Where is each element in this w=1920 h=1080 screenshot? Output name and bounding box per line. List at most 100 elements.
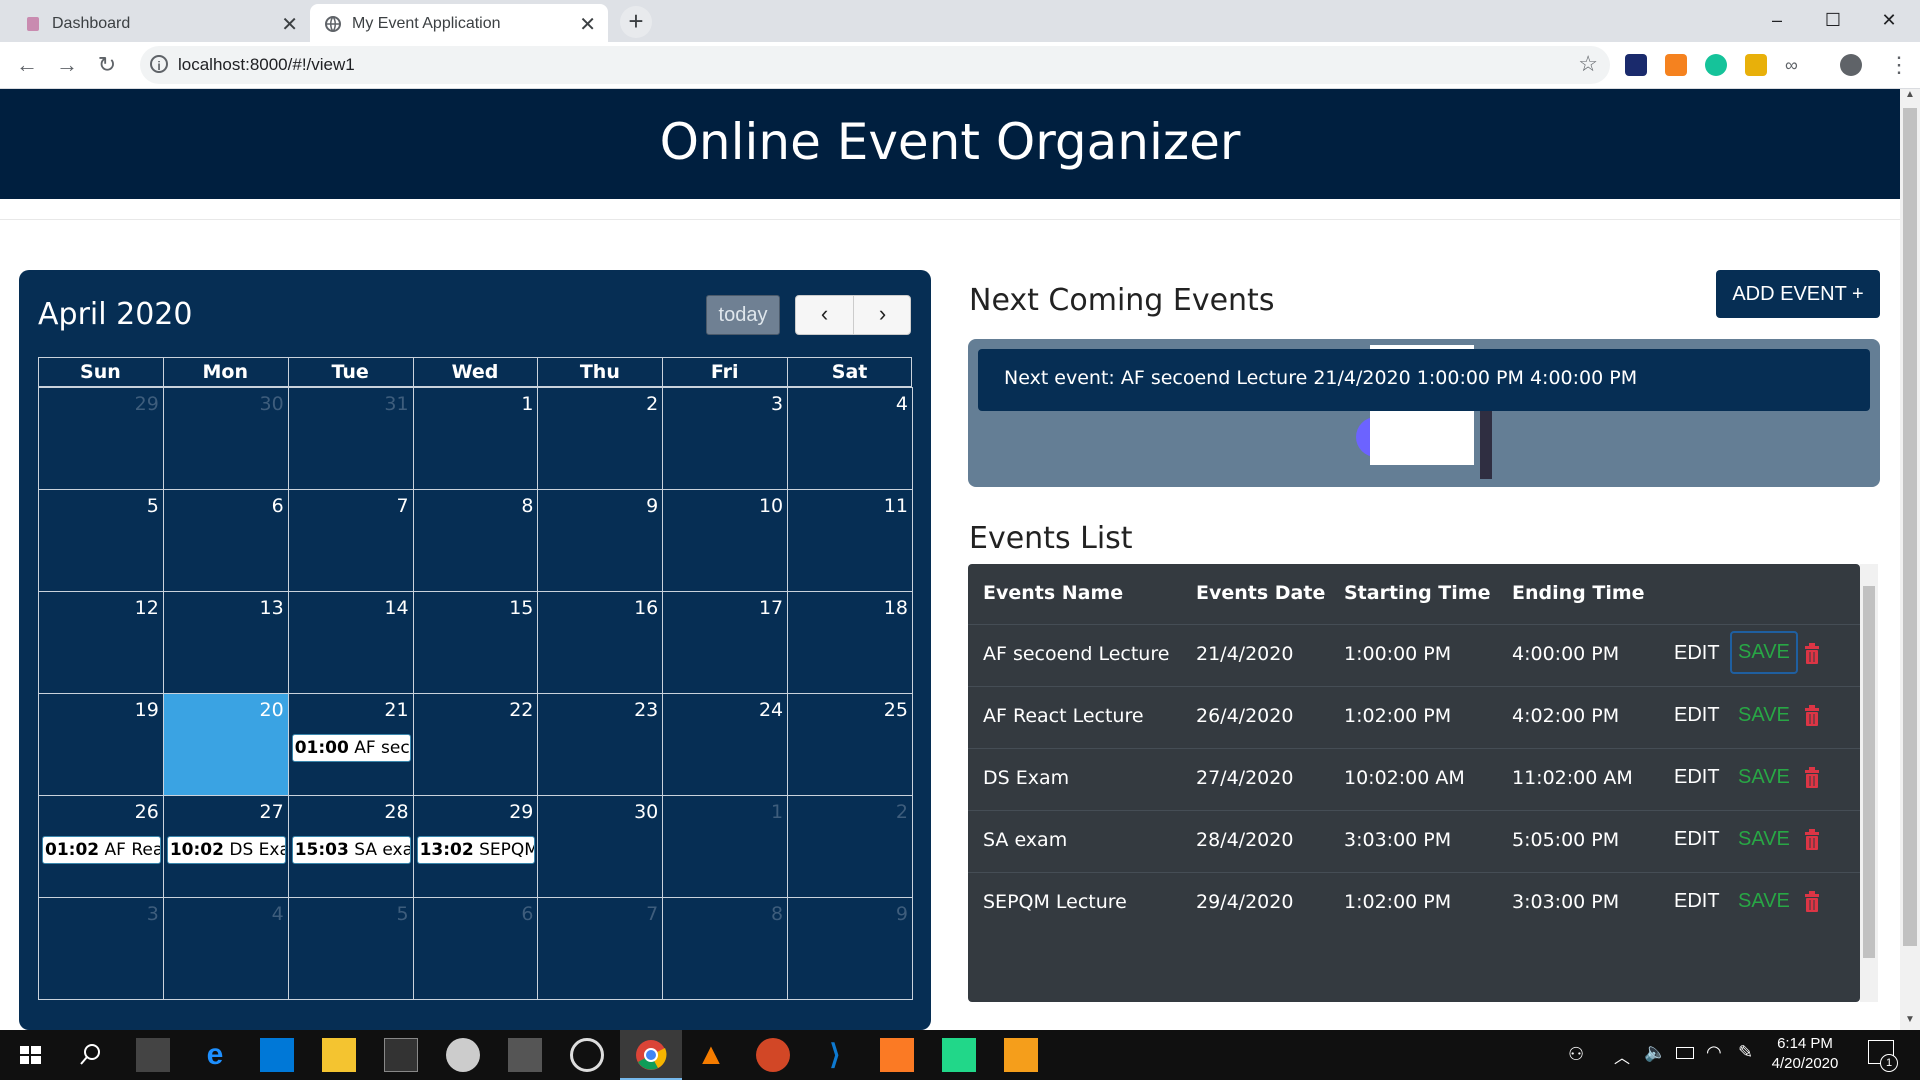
- calendar-day-cell[interactable]: 2: [787, 795, 913, 898]
- add-event-button[interactable]: ADD EVENT +: [1716, 270, 1880, 318]
- calendar-day-cell[interactable]: 6: [412, 897, 539, 1000]
- profile-avatar-icon[interactable]: [1840, 54, 1862, 76]
- webstorm-icon[interactable]: [942, 1038, 976, 1072]
- save-button[interactable]: SAVE: [1738, 890, 1790, 913]
- file-explorer-icon[interactable]: [322, 1038, 356, 1072]
- powerpoint-icon[interactable]: [756, 1038, 790, 1072]
- edit-button[interactable]: EDIT: [1674, 890, 1720, 913]
- calendar-day-cell[interactable]: 5: [38, 489, 164, 592]
- calendar-day-cell[interactable]: 29: [38, 387, 164, 490]
- save-button[interactable]: SAVE: [1738, 704, 1790, 727]
- system-clock[interactable]: 6:14 PM 4/20/2020: [1760, 1034, 1850, 1074]
- menu-icon[interactable]: ⋮: [1888, 52, 1910, 78]
- calendar-day-cell[interactable]: 1: [412, 387, 539, 490]
- calendar-event[interactable]: 01:00 AF secoe: [291, 734, 411, 762]
- calendar-day-cell[interactable]: 30: [162, 387, 289, 490]
- store-icon[interactable]: [136, 1038, 170, 1072]
- calendar-day-cell[interactable]: 23: [537, 693, 664, 796]
- info-icon[interactable]: i: [150, 55, 168, 73]
- calendar-event[interactable]: 15:03 SA exam: [291, 836, 411, 864]
- calendar-day-cell[interactable]: 17: [662, 591, 789, 694]
- today-button[interactable]: today: [706, 295, 780, 335]
- trash-icon[interactable]: [1804, 829, 1820, 851]
- calendar-day-cell[interactable]: 3: [38, 897, 164, 1000]
- calendar-day-cell[interactable]: 18: [787, 591, 913, 694]
- calendar-day-cell[interactable]: 11: [787, 489, 913, 592]
- save-button[interactable]: SAVE: [1738, 766, 1790, 789]
- calendar-day-cell[interactable]: 8: [412, 489, 539, 592]
- edit-button[interactable]: EDIT: [1674, 704, 1720, 727]
- calendar-day-cell[interactable]: 22: [412, 693, 539, 796]
- edit-button[interactable]: EDIT: [1674, 642, 1720, 665]
- new-tab-button[interactable]: +: [620, 6, 652, 38]
- reload-button[interactable]: ↻: [92, 50, 122, 80]
- calendar-day-cell[interactable]: 8: [662, 897, 789, 1000]
- save-button[interactable]: SAVE: [1738, 828, 1790, 851]
- tray-chevron-icon[interactable]: ︿: [1614, 1044, 1630, 1068]
- paint-icon[interactable]: [446, 1038, 480, 1072]
- people-icon[interactable]: ⚇: [1568, 1044, 1584, 1065]
- edit-button[interactable]: EDIT: [1674, 828, 1720, 851]
- calendar-day-cell[interactable]: 26 01:02 AF React: [38, 795, 164, 898]
- calendar-day-cell[interactable]: 27 10:02 DS Exam: [162, 795, 289, 898]
- trash-icon[interactable]: [1804, 643, 1820, 665]
- bookmark-star-icon[interactable]: ☆: [1578, 51, 1598, 77]
- calculator-icon[interactable]: [508, 1038, 542, 1072]
- calendar-event[interactable]: 10:02 DS Exam: [166, 836, 286, 864]
- calendar-day-cell[interactable]: 10: [662, 489, 789, 592]
- grammarly-icon[interactable]: [1705, 54, 1727, 76]
- table-scrollbar-thumb[interactable]: [1863, 586, 1875, 958]
- calendar-event[interactable]: 01:02 AF React: [42, 836, 161, 864]
- windows-start-icon[interactable]: [14, 1038, 48, 1072]
- volume-icon[interactable]: 🔈: [1644, 1042, 1666, 1063]
- calendar-day-cell[interactable]: 20: [162, 693, 289, 796]
- tab-close-icon[interactable]: ✕: [281, 12, 298, 37]
- calendar-day-cell[interactable]: 3: [662, 387, 789, 490]
- scroll-up-arrow-icon[interactable]: ▲: [1900, 89, 1920, 105]
- trash-icon[interactable]: [1804, 705, 1820, 727]
- calendar-day-cell[interactable]: 28 15:03 SA exam: [287, 795, 414, 898]
- calendar-day-cell[interactable]: 29 13:02 SEPQM L: [412, 795, 539, 898]
- extension-icon[interactable]: [1625, 54, 1647, 76]
- extension-icon[interactable]: [1745, 54, 1767, 76]
- trash-icon[interactable]: [1804, 767, 1820, 789]
- calendar-day-cell[interactable]: 31: [287, 387, 414, 490]
- save-button[interactable]: SAVE: [1730, 631, 1798, 674]
- calendar-day-cell[interactable]: 5: [287, 897, 414, 1000]
- tab-dashboard[interactable]: Dashboard ✕: [10, 4, 310, 42]
- calendar-day-cell[interactable]: 6: [162, 489, 289, 592]
- vscode-icon[interactable]: ⟩: [818, 1038, 852, 1072]
- tab-my-event-application[interactable]: My Event Application ✕: [310, 4, 608, 42]
- calendar-day-cell[interactable]: 24: [662, 693, 789, 796]
- calendar-day-cell[interactable]: 4: [787, 387, 913, 490]
- calendar-day-cell[interactable]: 7: [287, 489, 414, 592]
- xampp-icon[interactable]: [880, 1038, 914, 1072]
- calendar-day-cell[interactable]: 15: [412, 591, 539, 694]
- calendar-day-cell[interactable]: 30: [537, 795, 664, 898]
- calendar-day-cell[interactable]: 13: [162, 591, 289, 694]
- calendar-day-cell[interactable]: 9: [787, 897, 913, 1000]
- terminal-icon[interactable]: [384, 1038, 418, 1072]
- calendar-day-cell[interactable]: 9: [537, 489, 664, 592]
- calendar-day-cell[interactable]: 21 01:00 AF secoe: [287, 693, 414, 796]
- scroll-down-arrow-icon[interactable]: ▼: [1900, 1014, 1920, 1030]
- page-scrollbar-thumb[interactable]: [1903, 108, 1917, 946]
- tab-close-icon[interactable]: ✕: [579, 12, 596, 37]
- next-month-button[interactable]: ›: [854, 296, 911, 334]
- edit-button[interactable]: EDIT: [1674, 766, 1720, 789]
- battery-icon[interactable]: [1676, 1047, 1694, 1059]
- close-window-button[interactable]: ✕: [1860, 4, 1918, 36]
- maximize-button[interactable]: ☐: [1804, 4, 1862, 36]
- calendar-day-cell[interactable]: 1: [662, 795, 789, 898]
- calendar-day-cell[interactable]: 16: [537, 591, 664, 694]
- back-button[interactable]: ←: [12, 50, 42, 80]
- calendar-day-cell[interactable]: 14: [287, 591, 414, 694]
- edge-icon[interactable]: e: [198, 1038, 232, 1072]
- media-icon[interactable]: [570, 1038, 604, 1072]
- minimize-button[interactable]: –: [1748, 4, 1806, 36]
- extension-icon[interactable]: [1665, 54, 1687, 76]
- mail-icon[interactable]: [260, 1038, 294, 1072]
- search-icon[interactable]: [74, 1038, 108, 1072]
- prev-month-button[interactable]: ‹: [796, 296, 854, 334]
- wifi-icon[interactable]: ◠: [1706, 1042, 1722, 1063]
